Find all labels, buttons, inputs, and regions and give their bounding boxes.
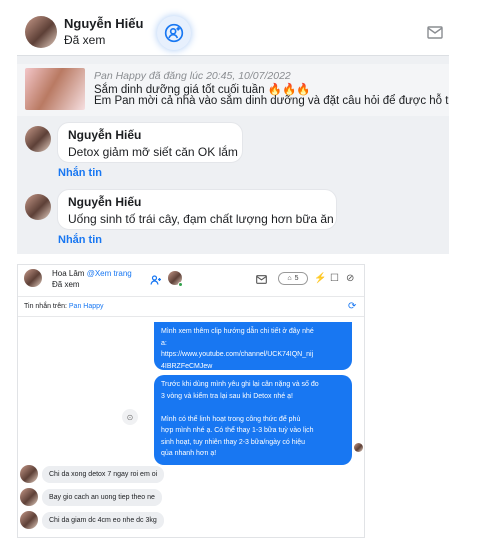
avatar[interactable]: [24, 269, 42, 287]
avatar[interactable]: [20, 488, 38, 506]
seen-status: Đã xem: [64, 33, 106, 47]
add-friend-button[interactable]: [157, 16, 191, 50]
comment-text: Uống sinh tố trái cây, đạm chất lượng hơ…: [68, 212, 334, 226]
online-dot: [178, 282, 183, 287]
conversation-panel-top: Nguyễn Hiếu Đã xem Pan Happy đã đăng lúc…: [17, 8, 449, 254]
comment-count-badge[interactable]: ⌂ 5: [278, 272, 308, 285]
mail-icon[interactable]: [427, 26, 443, 39]
post-title: Sắm dinh dưỡng giá tốt cuối tuần 🔥🔥🔥: [94, 84, 311, 96]
reply-link[interactable]: Nhắn tin: [58, 167, 102, 179]
source-label: Tin nhắn trên: Pan Happy: [24, 303, 104, 310]
chat-icon: ⌂: [287, 275, 292, 282]
post-meta: Pan Happy đã đăng lúc 20:45, 10/07/2022: [94, 70, 291, 82]
comment-bubble: Nguyễn Hiếu Detox giảm mỡ siết căn OK lắ…: [57, 122, 243, 163]
shared-post[interactable]: Pan Happy đã đăng lúc 20:45, 10/07/2022 …: [17, 64, 449, 116]
conversation-header: Hoa Lâm @Xem trang Đã xem ⌂ 5 ⚡ ☐ ⊘: [18, 265, 364, 297]
conversation-panel-bottom: Hoa Lâm @Xem trang Đã xem ⌂ 5 ⚡ ☐ ⊘ Tin …: [17, 264, 365, 538]
post-description: Em Pan mời cả nhà vào sắm dinh dưỡng và …: [94, 95, 449, 107]
reply-link[interactable]: Nhắn tin: [58, 234, 102, 246]
user-name: Hoa Lâm @Xem trang: [52, 269, 132, 278]
received-message: Chi da giam dc 4cm eo nhe dc 3kg: [42, 512, 164, 529]
message-source-bar: Tin nhắn trên: Pan Happy ⟳: [18, 297, 364, 317]
view-page-link[interactable]: @Xem trang: [87, 269, 132, 278]
avatar[interactable]: [20, 511, 38, 529]
received-message: Chi da xong detox 7 ngay roi em oi: [42, 466, 165, 483]
conversation-header: Nguyễn Hiếu Đã xem: [17, 8, 449, 56]
badge-count: 5: [294, 275, 299, 282]
sent-message: Mình xem thêm clip hướng dẫn chi tiết ở …: [154, 322, 352, 370]
post-thumbnail: [25, 68, 85, 110]
avatar[interactable]: [25, 194, 51, 220]
page-link[interactable]: Pan Happy: [69, 303, 104, 310]
comment-author[interactable]: Nguyễn Hiếu: [68, 195, 326, 209]
add-user-icon: [164, 23, 184, 43]
source-label-text: Tin nhắn trên:: [24, 303, 67, 310]
messenger-icon[interactable]: ⚡: [314, 273, 326, 284]
avatar[interactable]: [25, 16, 57, 48]
block-icon[interactable]: ⊘: [346, 273, 354, 284]
user-name[interactable]: Nguyễn Hiếu: [64, 16, 143, 31]
mail-icon[interactable]: [256, 275, 267, 284]
user-name-text[interactable]: Hoa Lâm: [52, 269, 84, 278]
add-user-icon[interactable]: [150, 274, 162, 286]
location-pin-icon[interactable]: ⊙: [122, 409, 138, 425]
comment-author[interactable]: Nguyễn Hiếu: [68, 128, 232, 142]
seen-status: Đã xem: [52, 280, 80, 289]
note-icon[interactable]: ☐: [330, 273, 339, 284]
comment-bubble: Nguyễn Hiếu Uống sinh tố trái cây, đạm c…: [57, 189, 337, 230]
avatar[interactable]: [20, 465, 38, 483]
received-message: Bay gio cach an uong tiep theo ne: [42, 489, 162, 506]
avatar[interactable]: [25, 126, 51, 152]
seen-avatar: [354, 443, 363, 452]
refresh-icon[interactable]: ⟳: [348, 301, 356, 312]
comment-text: Detox giảm mỡ siết căn OK lắm: [68, 145, 238, 159]
sent-message: Trước khi dùng mình yêu ghi lại cân nặng…: [154, 375, 352, 465]
